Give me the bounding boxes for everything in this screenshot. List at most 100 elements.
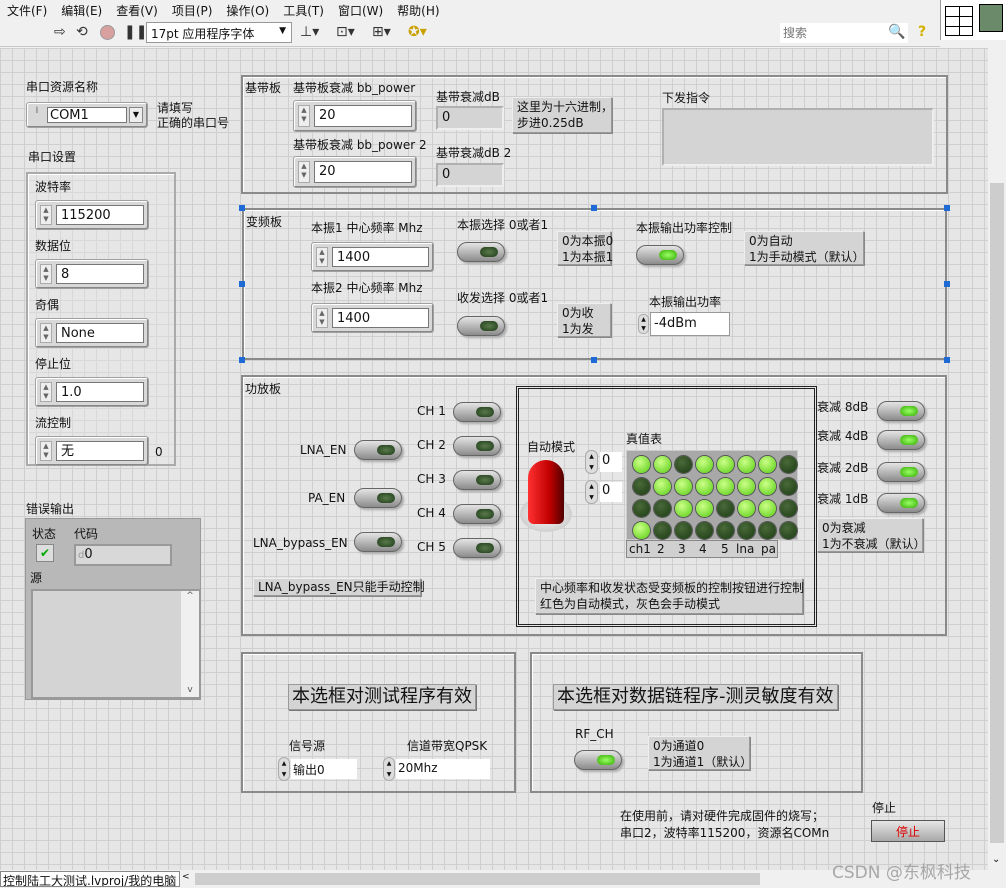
lna-en-toggle[interactable] bbox=[354, 440, 402, 460]
selection-handle[interactable] bbox=[944, 205, 950, 211]
vi-connector-icon[interactable] bbox=[940, 0, 1006, 40]
channel-toggle[interactable] bbox=[453, 504, 501, 524]
truth-led bbox=[738, 522, 755, 539]
stop-button[interactable]: 停止 bbox=[871, 820, 945, 842]
spinner-icon[interactable]: ▲ ▼ bbox=[585, 450, 598, 474]
spinner-icon[interactable]: ▲ ▼ bbox=[585, 480, 598, 504]
align-icon[interactable]: ⊥▾ bbox=[300, 24, 319, 40]
lna-bypass-toggle[interactable] bbox=[354, 532, 402, 552]
resize-icon[interactable]: ⊞▾ bbox=[372, 24, 391, 40]
selection-handle[interactable] bbox=[944, 357, 950, 363]
chevron-up-icon[interactable]: ^ bbox=[181, 591, 199, 601]
channel-toggle[interactable] bbox=[453, 402, 501, 422]
menu-tools[interactable]: 工具(T) bbox=[276, 0, 331, 18]
bb-power2-label: 基带板衰减 bb_power 2 bbox=[293, 138, 427, 152]
atten-toggle[interactable] bbox=[877, 401, 925, 421]
serial-field-control[interactable]: ▲ ▼ 8 bbox=[35, 259, 149, 289]
vi-icon-image bbox=[979, 4, 1003, 32]
spinner-icon[interactable]: ▲ ▼ bbox=[40, 264, 52, 284]
menu-view[interactable]: 查看(V) bbox=[109, 0, 165, 18]
horizontal-scrollbar[interactable] bbox=[195, 873, 760, 885]
serial-field-control[interactable]: ▲ ▼ 无 bbox=[35, 436, 149, 466]
chevron-down-icon[interactable]: v bbox=[181, 685, 199, 695]
font-select[interactable]: 17pt 应用程序字体 ▼ bbox=[146, 22, 292, 43]
chevron-down-icon[interactable]: ⌄ bbox=[992, 854, 1000, 865]
stop-label: 停止 bbox=[872, 801, 897, 815]
bb-atten-label: 基带衰减dB bbox=[436, 90, 500, 104]
spinner-icon[interactable]: ▲ ▼ bbox=[40, 323, 52, 343]
spinner-icon[interactable]: ▲ ▼ bbox=[40, 441, 52, 461]
pa-en-toggle[interactable] bbox=[354, 488, 402, 508]
spinner-icon[interactable]: ▲ ▼ bbox=[298, 105, 310, 127]
truth-led bbox=[717, 500, 734, 517]
auto-num1-control[interactable]: ▲ ▼ 0 bbox=[585, 450, 623, 474]
bandwidth-control[interactable]: ▲ ▼ 20Mhz bbox=[383, 757, 490, 781]
spinner-icon[interactable]: ▲ ▼ bbox=[278, 757, 290, 781]
atten-label: 衰减 1dB bbox=[817, 492, 869, 506]
serial-field-value: 115200 bbox=[56, 205, 144, 225]
lo2-control[interactable]: ▲ ▼ 1400 bbox=[311, 303, 434, 333]
pwr-ctrl-label: 本振输出功率控制 bbox=[636, 221, 733, 235]
lo1-control[interactable]: ▲ ▼ 1400 bbox=[311, 242, 434, 272]
atten-toggle[interactable] bbox=[877, 462, 925, 482]
trx-select-toggle[interactable] bbox=[457, 316, 505, 336]
spinner-icon[interactable]: ▲ ▼ bbox=[40, 205, 52, 225]
menu-help[interactable]: 帮助(H) bbox=[390, 0, 446, 18]
serial-field-control[interactable]: ▲ ▼ 115200 bbox=[35, 200, 149, 230]
menu-edit[interactable]: 编辑(E) bbox=[54, 0, 109, 18]
selection-handle[interactable] bbox=[239, 357, 245, 363]
reorder-icon[interactable]: ✪▾ bbox=[408, 24, 427, 40]
atten-toggle[interactable] bbox=[877, 493, 925, 513]
spinner-icon[interactable]: ▲ ▼ bbox=[638, 314, 649, 334]
serial-field-control[interactable]: ▲ ▼ 1.0 bbox=[35, 377, 149, 407]
auto-num2-control[interactable]: ▲ ▼ 0 bbox=[585, 480, 623, 504]
signal-source-control[interactable]: ▲ ▼ 输出0 bbox=[278, 757, 358, 781]
selection-handle[interactable] bbox=[591, 205, 597, 211]
lo-select-toggle[interactable] bbox=[457, 242, 505, 262]
scrollbar-thumb[interactable] bbox=[990, 183, 1004, 843]
bb-power-control[interactable]: ▲ ▼ 20 bbox=[293, 100, 417, 132]
truth-col-label: 3 bbox=[678, 542, 686, 556]
serial-field-control[interactable]: ▲ ▼ None bbox=[35, 318, 149, 348]
menu-project[interactable]: 项目(P) bbox=[165, 0, 220, 18]
menu-operate[interactable]: 操作(O) bbox=[219, 0, 276, 18]
run-continuous-icon[interactable]: ⟲ bbox=[76, 24, 88, 40]
channel-toggle[interactable] bbox=[453, 538, 501, 558]
vertical-scrollbar[interactable]: ⌄ bbox=[988, 48, 1006, 870]
bb-power2-control[interactable]: ▲ ▼ 20 bbox=[293, 156, 417, 188]
run-arrow-icon[interactable]: ⇨ bbox=[54, 24, 66, 40]
selection-handle[interactable] bbox=[591, 357, 597, 363]
scroll-left-icon[interactable]: < bbox=[182, 872, 190, 882]
abort-stop-icon[interactable] bbox=[100, 25, 115, 40]
selection-handle[interactable] bbox=[239, 205, 245, 211]
distribute-icon[interactable]: ⊡▾ bbox=[336, 24, 355, 40]
menu-file[interactable]: 文件(F) bbox=[0, 0, 54, 18]
spinner-icon[interactable]: ▲ ▼ bbox=[383, 757, 395, 781]
truth-led bbox=[633, 522, 650, 539]
truth-led bbox=[780, 456, 797, 473]
lo-power-control[interactable]: ▲ ▼ -4dBm bbox=[638, 312, 730, 336]
pause-icon[interactable]: ❚❚ bbox=[124, 24, 147, 40]
chevron-down-icon[interactable]: ▼ bbox=[129, 107, 143, 123]
spinner-icon[interactable]: ▲ ▼ bbox=[40, 382, 52, 402]
serial-field-value: 1.0 bbox=[56, 382, 144, 402]
spinner-icon[interactable]: ▲ ▼ bbox=[298, 161, 310, 183]
selection-handle[interactable] bbox=[944, 281, 950, 287]
spinner-icon[interactable]: ▲ ▼ bbox=[316, 247, 328, 267]
spinner-icon[interactable]: ▲ ▼ bbox=[316, 308, 328, 328]
auto-mode-button[interactable] bbox=[528, 460, 564, 524]
channel-toggle[interactable] bbox=[453, 470, 501, 490]
source-scrollbar[interactable]: ^ v bbox=[181, 591, 199, 697]
truth-led bbox=[696, 522, 713, 539]
watermark: CSDN @东枫科技 bbox=[832, 863, 971, 883]
resource-select[interactable]: I COM1 ▼ bbox=[26, 102, 148, 128]
menu-window[interactable]: 窗口(W) bbox=[331, 0, 390, 18]
atten-toggle[interactable] bbox=[877, 430, 925, 450]
pwr-ctrl-toggle[interactable] bbox=[636, 245, 684, 265]
rf-ch-toggle[interactable] bbox=[574, 750, 622, 770]
help-icon[interactable]: ? bbox=[918, 24, 926, 40]
selection-handle[interactable] bbox=[239, 281, 245, 287]
channel-toggle[interactable] bbox=[453, 436, 501, 456]
search-icon[interactable]: 🔍 bbox=[888, 24, 905, 40]
error-source-text[interactable]: ^ v bbox=[31, 589, 201, 699]
